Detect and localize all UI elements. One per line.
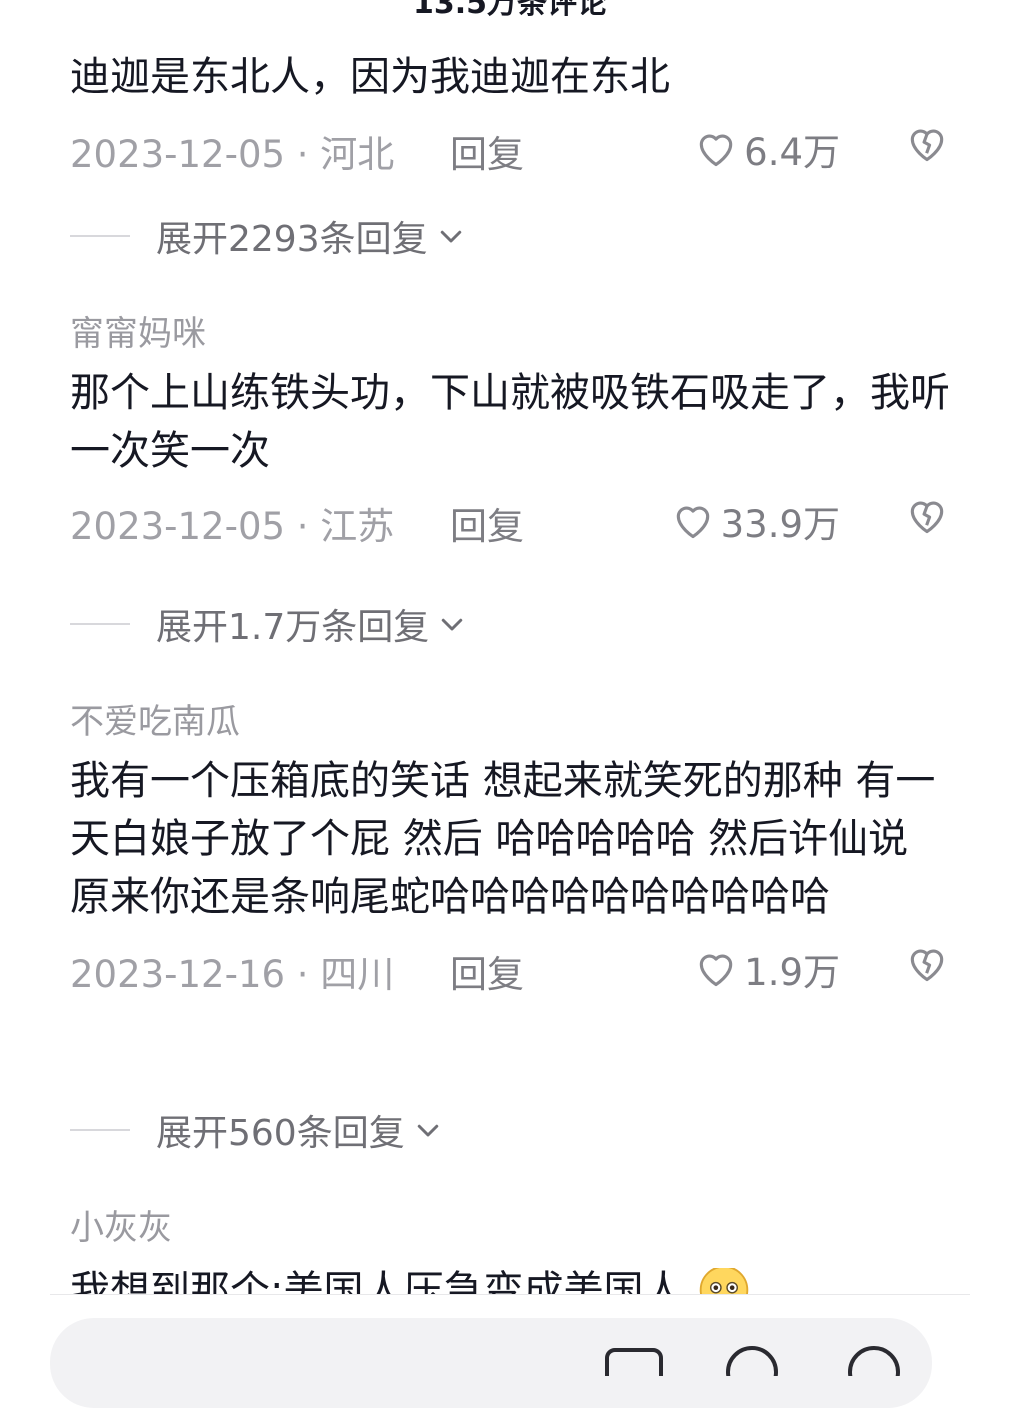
comment-item: 小灰灰 xyxy=(70,1208,950,1258)
dislike-button[interactable] xyxy=(904,942,950,990)
dislike-button[interactable] xyxy=(904,494,950,542)
reply-button[interactable]: 回复 xyxy=(450,496,524,550)
comment-username[interactable]: 不爱吃南瓜 xyxy=(70,702,950,742)
heart-outline-icon xyxy=(699,954,733,987)
expand-replies-button[interactable]: 展开560条回复 xyxy=(70,1104,443,1156)
like-button[interactable]: 1.9万 xyxy=(694,942,840,996)
comment-meta-row: 2023-12-16 · 四川 回复 1.9万 xyxy=(70,938,950,998)
expand-replies-label: 展开560条回复 xyxy=(156,1113,405,1154)
worried-face-emoji xyxy=(699,1268,749,1294)
chevron-down-icon xyxy=(442,618,463,631)
comment-content: 我有一个压箱底的笑话 想起来就笑死的那种 有一天白娘子放了个屁 然后 哈哈哈哈哈… xyxy=(70,758,936,920)
heart-outline-icon xyxy=(699,134,733,167)
comment-time-location: 2023-12-05 · 河北 xyxy=(70,133,395,176)
comment-time-location: 2023-12-05 · 江苏 xyxy=(70,505,395,548)
broken-heart-icon xyxy=(910,949,944,982)
expand-replies-label: 展开2293条回复 xyxy=(156,219,428,260)
like-button[interactable]: 6.4万 xyxy=(694,122,840,176)
like-button[interactable]: 33.9万 xyxy=(671,494,840,548)
comment-content: 迪迦是东北人，因为我迪迦在东北 xyxy=(70,54,670,100)
chevron-down-icon xyxy=(417,1124,438,1137)
like-count: 33.9万 xyxy=(720,503,840,546)
comment-time-location: 2023-12-16 · 四川 xyxy=(70,953,395,996)
expand-replies-button[interactable]: 展开2293条回复 xyxy=(70,210,466,262)
expand-divider xyxy=(70,235,130,237)
comment-item: 迪迦是东北人，因为我迪迦在东北 2023-12-05 · 河北 回复 6.4万 xyxy=(70,48,950,178)
mention-icon[interactable] xyxy=(722,1346,782,1376)
input-divider xyxy=(50,1294,970,1295)
reply-button[interactable]: 回复 xyxy=(450,124,524,178)
broken-heart-icon xyxy=(910,501,944,534)
heart-outline-icon xyxy=(676,506,709,539)
image-icon[interactable] xyxy=(604,1346,664,1376)
comment-meta-row: 2023-12-05 · 河北 回复 6.4万 xyxy=(70,118,950,178)
emoji-icon[interactable] xyxy=(844,1346,904,1376)
expand-divider xyxy=(70,1129,130,1131)
expand-replies-button[interactable]: 展开1.7万条回复 xyxy=(70,598,467,650)
reply-button[interactable]: 回复 xyxy=(450,944,524,998)
chevron-down-icon xyxy=(440,230,461,243)
comment-item: 不爱吃南瓜 我有一个压箱底的笑话 想起来就笑死的那种 有一天白娘子放了个屁 然后… xyxy=(70,702,950,998)
comment-username[interactable]: 甯甯妈咪 xyxy=(70,314,950,354)
like-count: 1.9万 xyxy=(744,951,840,994)
comment-meta-row: 2023-12-05 · 江苏 回复 33.9万 xyxy=(70,490,950,550)
comment-username[interactable]: 小灰灰 xyxy=(70,1208,950,1248)
comment-content: 我想到那个:美国人压急变成美国人 xyxy=(70,1268,684,1294)
comment-content: 那个上山练铁头功，下山就被吸铁石吸走了，我听一次笑一次 xyxy=(70,370,950,474)
comment-item: 甯甯妈咪 那个上山练铁头功，下山就被吸铁石吸走了，我听一次笑一次 2023-12… xyxy=(70,314,950,550)
like-count: 6.4万 xyxy=(744,131,840,174)
comment-count-title: 13.5万条评论 xyxy=(412,0,608,21)
comment-input-bar[interactable] xyxy=(50,1318,932,1408)
dislike-button[interactable] xyxy=(904,122,950,170)
comment-content-partial: 我想到那个:美国人压急变成美国人 xyxy=(70,1268,752,1294)
expand-replies-label: 展开1.7万条回复 xyxy=(156,607,430,648)
broken-heart-icon xyxy=(910,129,944,162)
expand-divider xyxy=(70,623,130,625)
